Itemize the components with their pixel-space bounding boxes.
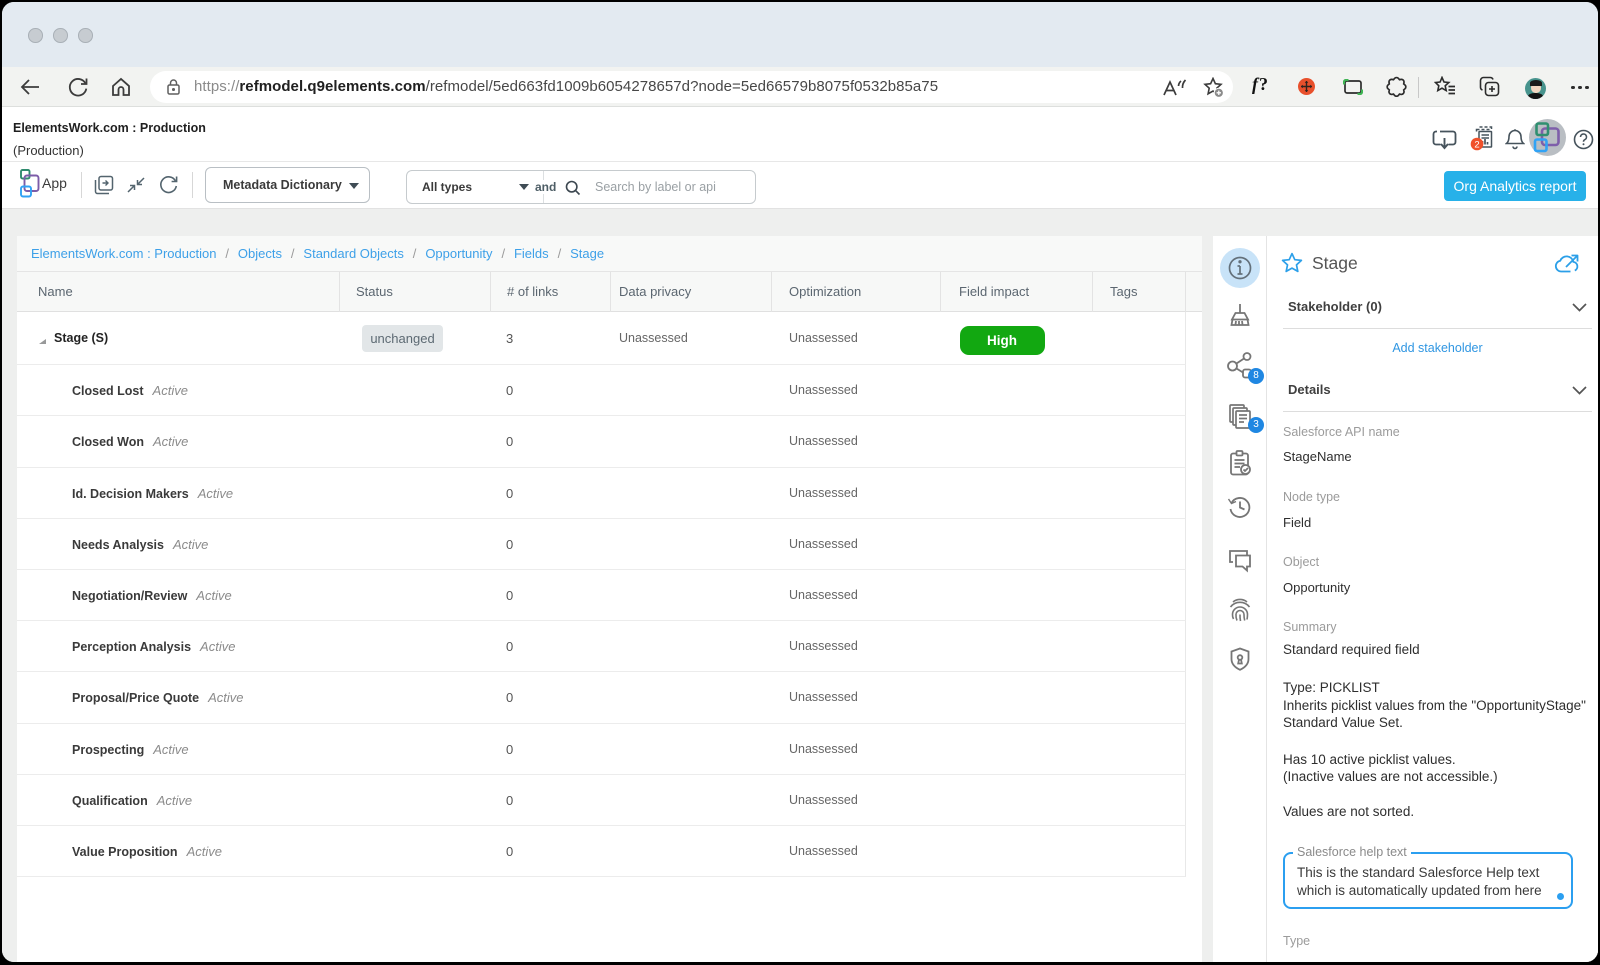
svg-text:2: 2	[1474, 139, 1479, 150]
